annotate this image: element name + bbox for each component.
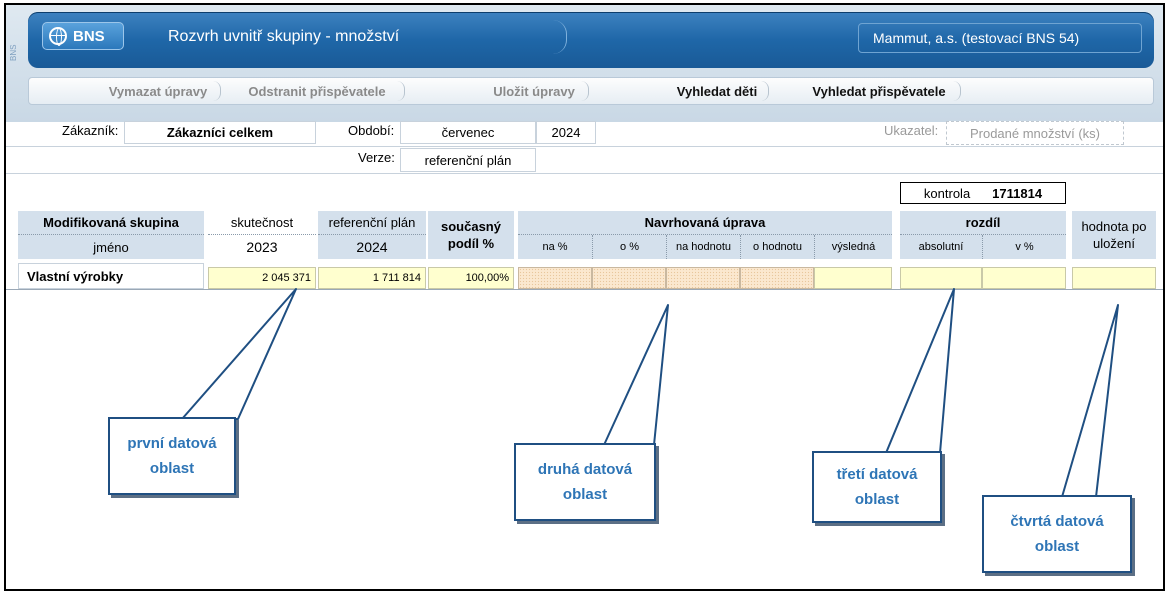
callout-first-line2: oblast: [149, 460, 195, 477]
callout-first-area: první datová oblast: [108, 417, 236, 495]
pointer-third: [885, 288, 955, 454]
callout-fourth-line2: oblast: [1034, 538, 1080, 555]
callout-third-line1: třetí datová: [836, 466, 918, 483]
callout-fourth-area: čtvrtá datová oblast: [982, 495, 1132, 573]
callout-third-area: třetí datová oblast: [812, 451, 942, 523]
callout-first-line1: první datová: [127, 435, 217, 452]
pointer-fourth: [1061, 304, 1119, 498]
callout-second-area: druhá datová oblast: [514, 443, 656, 521]
annotated-screenshot: BNS BNS Rozvrh uvnitř skupiny - množství…: [4, 3, 1165, 591]
pointer-first: [181, 288, 297, 420]
callout-second-line2: oblast: [562, 486, 608, 503]
pointer-second: [603, 304, 669, 446]
callout-third-line2: oblast: [854, 491, 900, 508]
callout-fourth-line1: čtvrtá datová: [1010, 513, 1104, 530]
callout-second-line1: druhá datová: [537, 461, 633, 478]
